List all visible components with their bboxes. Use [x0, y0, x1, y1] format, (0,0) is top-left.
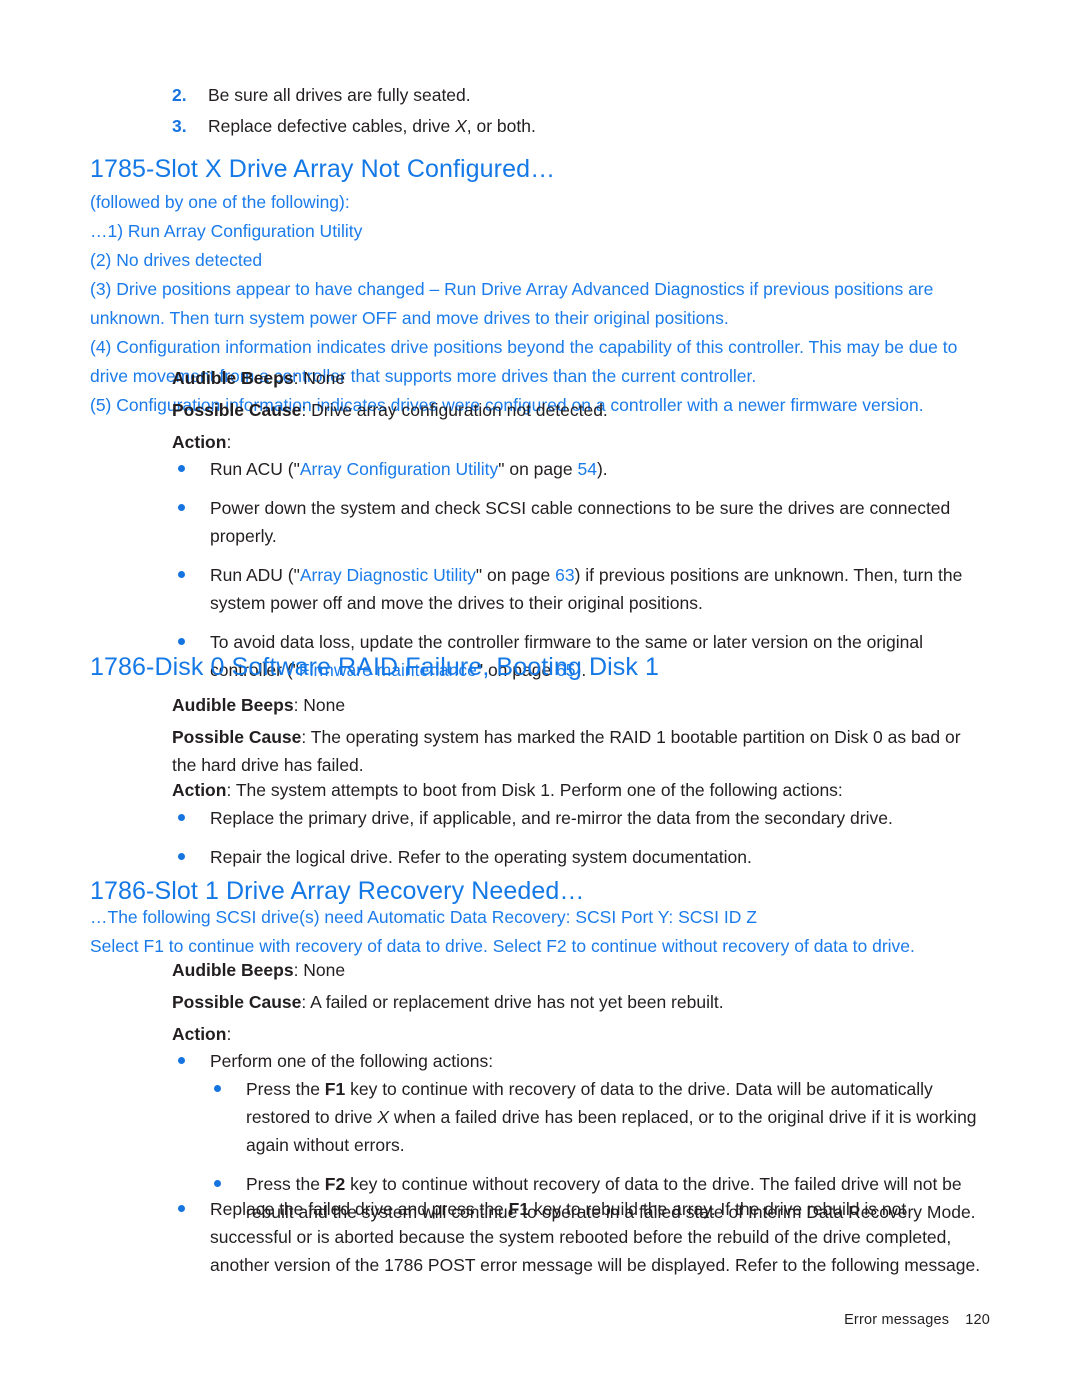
document-page: 2. Be sure all drives are fully seated. …	[0, 0, 1080, 1397]
page-title: 1785-Slot X Drive Array Not Configured…	[90, 155, 556, 183]
bullet-icon	[172, 1047, 210, 1064]
bullet-text-part: Run ADU ("	[210, 565, 300, 585]
audible-beeps-label: Audible Beeps	[172, 960, 294, 980]
possible-cause-value: : Drive array configuration not detected…	[301, 400, 608, 420]
bullet-text-part: Press the	[246, 1079, 325, 1099]
cross-reference-link[interactable]: Array Diagnostic Utility	[300, 565, 476, 585]
action-value: :	[226, 432, 232, 452]
bullet-text: Perform one of the following actions:	[210, 1051, 494, 1071]
bullet-text-part: Run ACU ("	[210, 459, 300, 479]
bullet-text-part: Replace the failed drive and press the	[210, 1199, 509, 1219]
possible-cause-value: : A failed or replacement drive has not …	[301, 992, 724, 1012]
action-1786-slot1: Action:	[172, 1020, 982, 1048]
page-reference[interactable]: 54	[577, 459, 596, 479]
action-lead-bullet-1786-slot1: Perform one of the following actions:	[172, 1047, 984, 1075]
key-label-f1: F1	[508, 1199, 530, 1219]
bullet-icon	[172, 561, 210, 578]
list-item: Perform one of the following actions:	[172, 1047, 984, 1075]
bullet-text-part: Press the	[246, 1174, 325, 1194]
list-item: Power down the system and check SCSI cab…	[172, 494, 984, 550]
audible-beeps-1786-disk0: Audible Beeps: None	[172, 691, 982, 719]
error-message-text-1786-slot1: …The following SCSI drive(s) need Automa…	[90, 903, 980, 961]
bullet-text: Run ADU ("Array Diagnostic Utility" on p…	[210, 561, 984, 617]
page-title: 1786-Disk 0 Software RAID Failure, Booti…	[90, 653, 660, 681]
possible-cause-1786-slot1: Possible Cause: A failed or replacement …	[172, 988, 982, 1016]
bullet-icon	[208, 1075, 246, 1092]
footer-page-number: 120	[965, 1312, 990, 1328]
bullet-icon	[172, 494, 210, 511]
step-number: 3.	[172, 116, 187, 136]
action-final-bullet-1786-slot1: Replace the failed drive and press the F…	[172, 1195, 984, 1279]
action-1786-disk0: Action: The system attempts to boot from…	[172, 776, 982, 804]
list-item: Replace the primary drive, if applicable…	[172, 804, 984, 832]
bullet-text: Run ACU ("Array Configuration Utility" o…	[210, 455, 984, 483]
bullet-text-part: " on page	[475, 565, 556, 585]
bullet-icon	[208, 1170, 246, 1187]
possible-cause-1785: Possible Cause: Drive array configuratio…	[172, 396, 982, 424]
list-item: Replace the failed drive and press the F…	[172, 1195, 984, 1279]
bullet-icon	[172, 628, 210, 645]
audible-beeps-value: : None	[293, 368, 346, 388]
step-text: Replace defective cables, drive X, or bo…	[208, 111, 972, 142]
audible-beeps-value: : None	[293, 695, 346, 715]
possible-cause-label: Possible Cause	[172, 400, 302, 420]
possible-cause-label: Possible Cause	[172, 992, 302, 1012]
bullet-text: Repair the logical drive. Refer to the o…	[210, 847, 752, 867]
step-number: 2.	[172, 85, 187, 105]
audible-beeps-1786-slot1: Audible Beeps: None	[172, 956, 982, 984]
page-reference[interactable]: 63	[555, 565, 574, 585]
key-label-f1: F1	[324, 1079, 346, 1099]
message-line: (2) No drives detected	[90, 250, 263, 270]
footer-label: Error messages	[844, 1312, 950, 1328]
bullet-icon	[172, 1195, 210, 1212]
action-value: : The system attempts to boot from Disk …	[226, 780, 843, 800]
list-item: 3. Replace defective cables, drive X, or…	[172, 111, 972, 142]
message-line: …The following SCSI drive(s) need Automa…	[90, 907, 757, 927]
action-1785: Action:	[172, 428, 982, 456]
cross-reference-link[interactable]: Array Configuration Utility	[300, 459, 498, 479]
action-label: Action	[172, 780, 227, 800]
audible-beeps-label: Audible Beeps	[172, 368, 294, 388]
action-label: Action	[172, 432, 227, 452]
key-label-f2: F2	[324, 1174, 346, 1194]
list-item: Press the F1 key to continue with recove…	[208, 1075, 986, 1159]
action-label: Action	[172, 1024, 227, 1044]
list-item: 2. Be sure all drives are fully seated.	[172, 80, 972, 111]
step-text-italic: X	[455, 116, 467, 136]
numbered-step-list: 2. Be sure all drives are fully seated. …	[172, 80, 972, 142]
message-line: (followed by one of the following):	[90, 192, 350, 212]
page-title: 1786-Slot 1 Drive Array Recovery Needed…	[90, 877, 585, 905]
step-text-part: Replace defective cables, drive	[208, 116, 456, 136]
bullet-text: Power down the system and check SCSI cab…	[210, 498, 951, 546]
possible-cause-1786-disk0: Possible Cause: The operating system has…	[172, 723, 982, 779]
message-line: …1) Run Array Configuration Utility	[90, 221, 363, 241]
possible-cause-label: Possible Cause	[172, 727, 302, 747]
list-item: Repair the logical drive. Refer to the o…	[172, 843, 984, 871]
action-bullet-list-1786-disk0: Replace the primary drive, if applicable…	[172, 804, 984, 871]
bullet-text-part: " on page	[498, 459, 578, 479]
bullet-text: Press the F1 key to continue with recove…	[246, 1075, 986, 1159]
step-text: Be sure all drives are fully seated.	[208, 80, 972, 111]
step-text-part: Be sure all drives are fully seated.	[208, 85, 471, 105]
list-item: Run ACU ("Array Configuration Utility" o…	[172, 455, 984, 483]
action-value: :	[226, 1024, 232, 1044]
audible-beeps-value: : None	[293, 960, 346, 980]
bullet-text: Replace the primary drive, if applicable…	[210, 808, 893, 828]
bullet-icon	[172, 804, 210, 821]
action-bullet-list-1785: Run ACU ("Array Configuration Utility" o…	[172, 455, 984, 684]
bullet-text-italic: X	[377, 1107, 389, 1127]
page-footer: Error messages 120	[0, 1312, 990, 1328]
bullet-icon	[172, 843, 210, 860]
bullet-text-part: ).	[596, 459, 608, 479]
list-item: Run ADU ("Array Diagnostic Utility" on p…	[172, 561, 984, 617]
step-text-part: , or both.	[466, 116, 536, 136]
bullet-icon	[172, 455, 210, 472]
message-line: (3) Drive positions appear to have chang…	[90, 279, 934, 328]
audible-beeps-1785: Audible Beeps: None	[172, 364, 982, 392]
audible-beeps-label: Audible Beeps	[172, 695, 294, 715]
bullet-text: Replace the failed drive and press the F…	[210, 1195, 984, 1279]
